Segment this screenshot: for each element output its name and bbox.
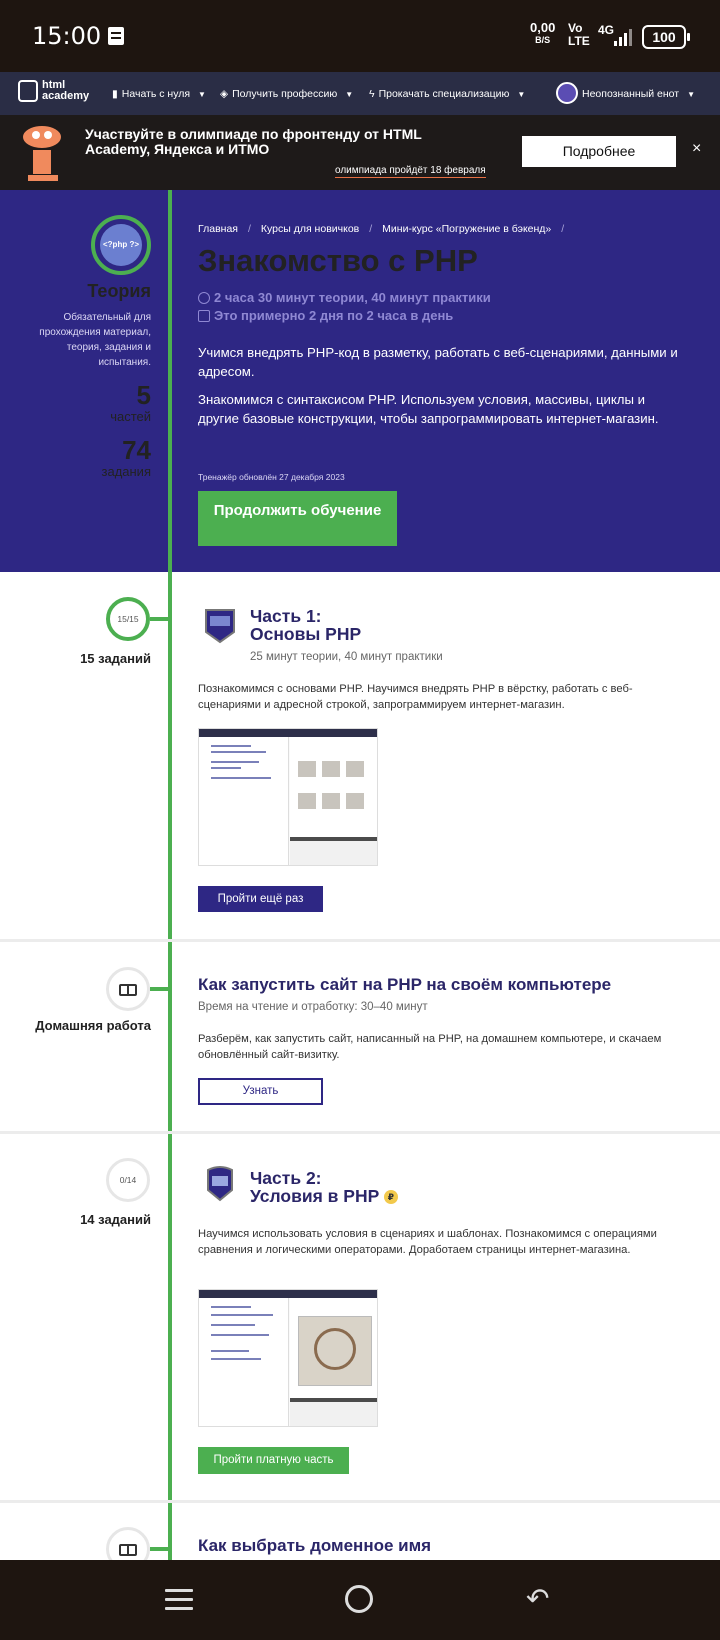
nav-upgrade-specialization[interactable]: ϟ Прокачать специализацию ▼ bbox=[369, 88, 525, 100]
part1-progress-circle: 15/15 bbox=[106, 597, 150, 641]
chevron-down-icon: ▼ bbox=[517, 89, 526, 99]
part2-title[interactable]: Часть 2: Условия в PHP ₽ bbox=[250, 1169, 398, 1205]
site-logo[interactable]: html academy bbox=[18, 80, 89, 102]
timeline-connector bbox=[150, 1547, 170, 1551]
homework1-learn-button[interactable]: Узнать bbox=[198, 1078, 323, 1105]
back-icon[interactable]: ↶ bbox=[526, 1585, 554, 1613]
chevron-down-icon: ▼ bbox=[198, 89, 206, 99]
homework1-label: Домашняя работа bbox=[35, 1018, 151, 1033]
part1-tasks-count: 15 заданий bbox=[80, 651, 151, 666]
chevron-down-icon: ▼ bbox=[687, 89, 696, 99]
academy-logo-icon bbox=[18, 80, 38, 102]
part1-badge-icon bbox=[205, 609, 235, 644]
user-menu[interactable]: Неопознанный енот ▼ bbox=[582, 88, 695, 100]
book-icon bbox=[119, 983, 137, 996]
retake-part1-button[interactable]: Пройти ещё раз bbox=[198, 886, 323, 912]
signal-icon bbox=[614, 28, 634, 46]
volte-indicator: Vo LTE bbox=[568, 21, 590, 48]
home-icon[interactable] bbox=[345, 1585, 373, 1613]
part1-description: Познакомимся с основами PHP. Научимся вн… bbox=[198, 683, 633, 711]
part2-badge-icon bbox=[207, 1166, 233, 1202]
progress-timeline bbox=[168, 190, 172, 1560]
homework1-description: Разберём, как запустить сайт, написанный… bbox=[198, 1033, 662, 1061]
section-type-title: Теория bbox=[87, 281, 151, 301]
course-description-1: Учимся внедрять PHP-код в разметку, рабо… bbox=[198, 345, 678, 379]
course-badge: <?php ?> bbox=[91, 215, 151, 275]
parts-label: частей bbox=[110, 409, 151, 424]
part2-progress-circle: 0/14 bbox=[106, 1158, 150, 1202]
part1-duration: 25 минут теории, 40 минут практики bbox=[250, 651, 443, 663]
nav-start-from-scratch[interactable]: ▮ Начать с нуля ▼ bbox=[112, 88, 206, 100]
breadcrumb-mini-course[interactable]: Мини-курс «Погружение в бэкенд» bbox=[382, 223, 551, 235]
section-divider bbox=[0, 1500, 720, 1503]
tasks-count: 74 bbox=[122, 435, 151, 465]
course-duration: 2 часа 30 минут теории, 40 минут практик… bbox=[198, 290, 491, 305]
section-divider bbox=[0, 1131, 720, 1134]
part2-tasks-count: 14 заданий bbox=[80, 1212, 151, 1227]
clock: 15:00 bbox=[32, 22, 102, 50]
part1-title[interactable]: Часть 1: Основы PHP bbox=[250, 607, 361, 643]
mascot-illustration bbox=[21, 124, 63, 181]
php-badge-icon: <?php ?> bbox=[100, 224, 142, 266]
part1-screenshot bbox=[198, 728, 378, 866]
paid-ruble-icon: ₽ bbox=[383, 1190, 398, 1205]
close-icon[interactable]: × bbox=[692, 140, 701, 158]
part2-description: Научимся использовать условия в сценария… bbox=[198, 1228, 657, 1256]
homework1-title[interactable]: Как запустить сайт на PHP на своём компь… bbox=[198, 975, 611, 995]
part2-screenshot bbox=[198, 1289, 378, 1427]
user-avatar[interactable] bbox=[556, 82, 578, 104]
chevron-down-icon: ▼ bbox=[345, 89, 354, 99]
network-type: 4G bbox=[598, 23, 615, 37]
olympiad-banner: Участвуйте в олимпиаде по фронтенду от H… bbox=[0, 115, 720, 190]
sim-card-icon bbox=[108, 27, 124, 45]
timeline-connector bbox=[150, 617, 170, 621]
battery-icon: 100 bbox=[642, 25, 690, 49]
bars-icon: ▮ bbox=[112, 88, 118, 100]
homework2-title[interactable]: Как выбрать доменное имя bbox=[198, 1536, 431, 1556]
banner-title: Участвуйте в олимпиаде по фронтенду от H… bbox=[85, 126, 422, 157]
breadcrumb-beginner-courses[interactable]: Курсы для новичков bbox=[261, 223, 359, 235]
network-speed: 0,00 B/S bbox=[530, 20, 556, 45]
banner-more-button[interactable]: Подробнее bbox=[522, 136, 676, 167]
status-bar: 15:00 0,00 B/S Vo LTE 4G 100 bbox=[0, 0, 720, 72]
section-type-description: Обязательный для прохождения материал, т… bbox=[39, 312, 151, 368]
cap-icon: ◈ bbox=[220, 88, 229, 100]
parts-count: 5 bbox=[136, 380, 151, 410]
book-icon bbox=[119, 1543, 137, 1556]
bolt-icon: ϟ bbox=[369, 88, 375, 100]
breadcrumb-home[interactable]: Главная bbox=[198, 223, 238, 235]
continue-learning-button[interactable]: Продолжить обучение bbox=[198, 491, 397, 546]
course-schedule: Это примерно 2 дня по 2 часа в день bbox=[198, 308, 453, 323]
tasks-label: задания bbox=[101, 464, 152, 479]
timeline-connector bbox=[150, 987, 170, 991]
section-divider bbox=[0, 939, 720, 942]
nav-get-profession[interactable]: ◈ Получить профессию ▼ bbox=[220, 88, 353, 100]
calendar-icon bbox=[198, 309, 210, 322]
updated-date: Тренажёр обновлён 27 декабря 2023 bbox=[198, 472, 345, 482]
page-title: Знакомство с PHP bbox=[198, 243, 478, 278]
homework1-icon-circle bbox=[106, 967, 150, 1011]
homework1-time: Время на чтение и отработку: 30–40 минут bbox=[198, 1001, 428, 1013]
top-navigation: html academy ▮ Начать с нуля ▼ ◈ Получить… bbox=[0, 72, 720, 115]
recent-apps-icon[interactable] bbox=[165, 1587, 193, 1613]
buy-paid-part-button[interactable]: Пройти платную часть bbox=[198, 1447, 349, 1474]
breadcrumb: Главная / Курсы для новичков / Мини-курс… bbox=[198, 223, 565, 235]
system-navigation-bar: ↶ bbox=[0, 1560, 720, 1640]
clock-icon bbox=[198, 291, 210, 304]
banner-date: олимпиада пройдёт 18 февраля bbox=[335, 165, 486, 178]
course-description-2: Знакомимся с синтаксисом PHP. Используем… bbox=[198, 392, 659, 426]
